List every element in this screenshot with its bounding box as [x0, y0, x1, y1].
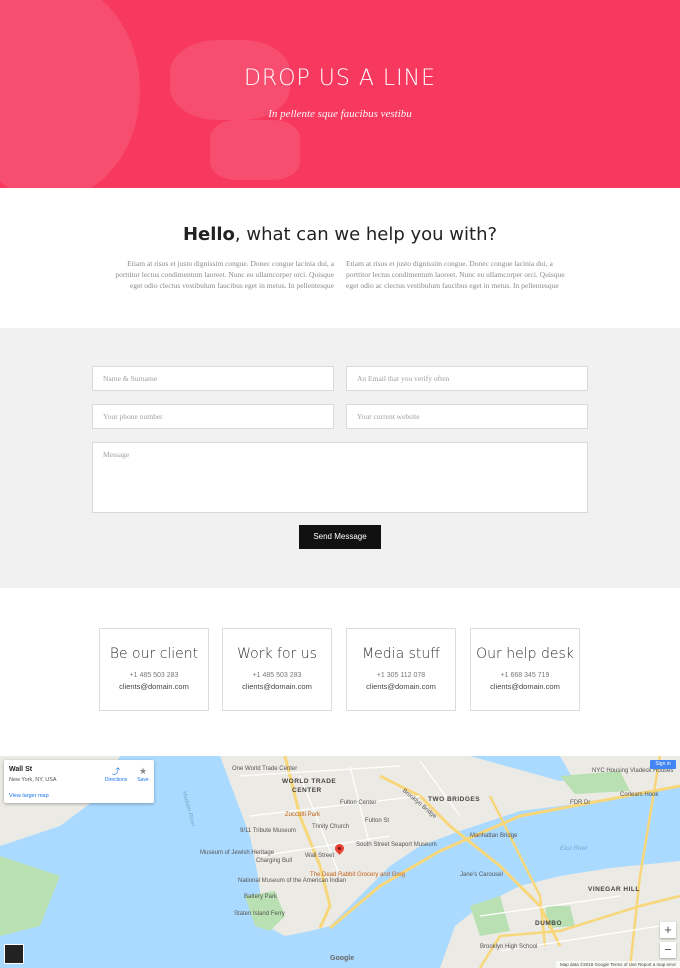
contact-cards: Be our client +1 485 503 283 clients@dom… [0, 588, 680, 756]
hero-banner: DROP US A LINE In pellente sque faucibus… [0, 0, 680, 188]
map-label-east-river: East River [560, 846, 588, 852]
street-view-thumbnail[interactable] [4, 944, 24, 964]
card-title: Our help desk [476, 646, 574, 662]
directions-label: Directions [104, 777, 128, 783]
map-label-corlears: Corlears Hook [620, 792, 659, 798]
map-label-vinegar-hill: VINEGAR HILL [588, 886, 640, 893]
card-be-our-client: Be our client +1 485 503 283 clients@dom… [99, 628, 209, 711]
hero-bg-figure [0, 0, 140, 188]
map-credits[interactable]: Map data ©2018 Google Terms of Use Repor… [555, 961, 680, 968]
card-email[interactable]: clients@domain.com [223, 682, 331, 691]
map-label-two-bridges: TWO BRIDGES [428, 796, 481, 803]
place-info-card: Wall St New York, NY, USA View larger ma… [4, 760, 154, 803]
map-label-seaport: South Street Seaport Museum [356, 842, 437, 848]
map-label-tribute: 9/11 Tribute Museum [240, 828, 296, 834]
map-label-dead-rabbit: The Dead Rabbit Grocery and Grog [310, 872, 406, 878]
send-message-button[interactable]: Send Message [299, 525, 381, 549]
card-phone: +1 305 112 078 [376, 672, 426, 679]
liberty-state-park [0, 856, 60, 936]
hero-title: DROP US A LINE [243, 66, 436, 91]
zoom-out-button[interactable]: − [660, 942, 676, 958]
message-field[interactable]: Message [92, 442, 588, 513]
map-label-nmai: National Museum of the American Indian [238, 878, 347, 884]
zoom-in-button[interactable]: + [660, 922, 676, 938]
email-field[interactable]: An Email that you verify often [346, 366, 588, 391]
intro-heading-bold: Hello [182, 224, 235, 245]
card-help-desk: Our help desk +1 668 345 719 clients@dom… [470, 628, 580, 711]
map-label-wtc2: CENTER [292, 787, 322, 794]
map-label-wtc: WORLD TRADE [282, 778, 337, 785]
place-address: New York, NY, USA [9, 777, 57, 783]
view-larger-map-link[interactable]: View larger map [9, 793, 49, 799]
card-phone: +1 668 345 719 [500, 672, 550, 679]
card-title: Be our client [109, 646, 199, 662]
map-label-fulton-st: Fulton St [365, 818, 390, 824]
card-email[interactable]: clients@domain.com [100, 682, 208, 691]
card-title: Media stuff [362, 646, 440, 662]
map-label-fulton-center: Fulton Center [340, 800, 377, 806]
map-label-fdr: FDR Dr [570, 800, 591, 806]
card-email[interactable]: clients@domain.com [471, 682, 579, 691]
star-icon: ★ [138, 766, 148, 776]
intro-text-right: Etiam at risus et justo dignissim congue… [346, 259, 565, 290]
sign-in-button[interactable]: Sign in [650, 760, 676, 769]
card-email[interactable]: clients@domain.com [347, 682, 455, 691]
card-phone: +1 485 503 283 [129, 672, 179, 679]
map-label-jewish-heritage: Museum of Jewish Heritage [200, 850, 275, 856]
google-logo: Google [330, 955, 355, 962]
map-label-battery: Battery Park [244, 894, 278, 900]
map-label-brooklyn-hs: Brooklyn High School [480, 944, 538, 950]
map-label-charging-bull: Charging Bull [256, 858, 293, 864]
map-label-dumbo: DUMBO [535, 920, 563, 927]
map-label-wall-street: Wall Street [305, 853, 335, 859]
card-work-for-us: Work for us +1 485 503 283 clients@domai… [222, 628, 332, 711]
directions-button[interactable]: ⤴ Directions [101, 766, 131, 783]
website-field[interactable]: Your current website [346, 404, 588, 429]
save-button[interactable]: ★ Save [133, 766, 153, 783]
save-label: Save [137, 777, 149, 783]
map-label-janes-carousel: Jane's Carousel [460, 872, 503, 878]
intro-section: Hello, what can we help you with? Etiam … [0, 188, 680, 328]
place-name: Wall St [9, 766, 33, 773]
directions-icon: ⤴ [112, 767, 120, 776]
intro-text-left: Etiam at risus et justo dignissim congue… [115, 259, 334, 290]
hero-subtitle: In pellente sque faucibus vestibu [268, 108, 412, 120]
hero-bg-phone [210, 120, 300, 180]
intro-heading: Hello, what can we help you with? [0, 224, 680, 245]
card-title: Work for us [237, 646, 317, 662]
card-media-stuff: Media stuff +1 305 112 078 clients@domai… [346, 628, 456, 711]
map-label-ferry: Staten Island Ferry [234, 911, 285, 917]
google-map[interactable]: WORLD TRADE CENTER TWO BRIDGES VINEGAR H… [0, 756, 680, 968]
contact-form: Name & Surname An Email that you verify … [0, 328, 680, 588]
name-field[interactable]: Name & Surname [92, 366, 334, 391]
map-label-manhattan-bridge: Manhattan Bridge [470, 833, 518, 839]
map-label-zuccotti: Zuccotti Park [285, 812, 321, 818]
phone-field[interactable]: Your phone number [92, 404, 334, 429]
card-phone: +1 485 503 283 [252, 672, 302, 679]
map-label-trinity: Trinity Church [312, 824, 350, 830]
intro-heading-rest: , what can we help you with? [234, 224, 498, 245]
map-label-one-wtc: One World Trade Center [232, 766, 298, 772]
